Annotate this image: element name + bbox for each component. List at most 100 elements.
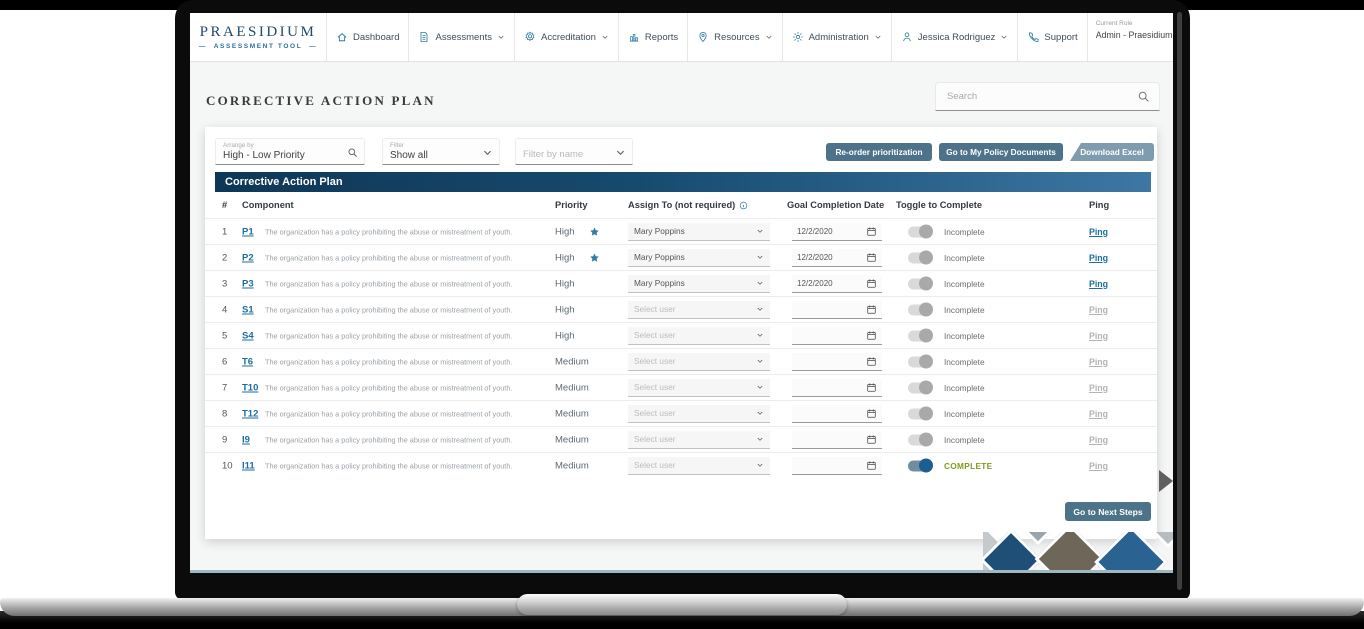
assignee-value: Select user <box>634 408 756 418</box>
nav-item-reports[interactable]: Reports <box>618 13 687 61</box>
component-link[interactable]: I9 <box>242 434 250 445</box>
row-number: 2 <box>222 252 227 263</box>
calendar-icon[interactable] <box>866 382 877 393</box>
complete-toggle[interactable] <box>908 304 932 315</box>
ping-link[interactable]: Ping <box>1089 383 1108 393</box>
date-input[interactable]: 12/2/2020 <box>792 249 882 267</box>
filter-select[interactable]: Filter Show all <box>382 138 500 165</box>
component-link[interactable]: I11 <box>242 460 255 471</box>
status-label: Incomplete <box>944 357 985 367</box>
component-link[interactable]: P1 <box>242 226 254 237</box>
date-input[interactable] <box>792 405 882 423</box>
toggle-knob <box>919 355 933 369</box>
date-input[interactable] <box>792 457 882 475</box>
calendar-icon[interactable] <box>866 460 877 471</box>
calendar-icon[interactable] <box>866 304 877 315</box>
date-input[interactable] <box>792 301 882 319</box>
calendar-icon[interactable] <box>866 434 877 445</box>
filter-by-name-select[interactable]: Filter by name <box>515 138 633 165</box>
status-label: Incomplete <box>944 383 985 393</box>
assignee-select[interactable]: Select user <box>628 431 770 449</box>
corrective-action-plan-card: Arrange by High - Low Priority Filter Sh… <box>205 127 1157 539</box>
assignee-select[interactable]: Select user <box>628 353 770 371</box>
search-icon[interactable] <box>1137 90 1150 103</box>
next-steps-button[interactable]: Go to Next Steps <box>1065 502 1151 521</box>
date-input[interactable] <box>792 379 882 397</box>
status-label: COMPLETE <box>944 461 993 471</box>
policy-documents-button[interactable]: Go to My Policy Documents <box>939 143 1063 161</box>
row-number: 6 <box>222 356 227 367</box>
calendar-icon[interactable] <box>866 252 877 263</box>
ping-link[interactable]: Ping <box>1089 305 1108 315</box>
nav-item-support[interactable]: Support <box>1017 13 1086 61</box>
complete-toggle[interactable] <box>908 408 932 419</box>
nav-item-resources[interactable]: Resources <box>687 13 781 61</box>
chevron-down-icon <box>615 147 626 158</box>
ping-link[interactable]: Ping <box>1089 279 1108 289</box>
toggle-knob <box>919 303 933 317</box>
calendar-icon[interactable] <box>866 356 877 367</box>
assignee-select[interactable]: Mary Poppins <box>628 275 770 293</box>
arrange-by-select[interactable]: Arrange by High - Low Priority <box>215 138 365 165</box>
ping-link[interactable]: Ping <box>1089 357 1108 367</box>
assignee-value: Select user <box>634 330 756 340</box>
nav-item-assessments[interactable]: Assessments <box>408 13 514 61</box>
nav-item-administration[interactable]: Administration <box>782 13 891 61</box>
download-excel-button[interactable]: Download Excel <box>1070 143 1154 161</box>
search-input[interactable] <box>945 90 1137 103</box>
component-link[interactable]: P3 <box>242 278 254 289</box>
calendar-icon[interactable] <box>866 330 877 341</box>
reorder-prioritization-button[interactable]: Re-order prioritization <box>826 143 932 161</box>
row-number: 9 <box>222 434 227 445</box>
complete-toggle[interactable] <box>908 460 932 471</box>
current-role-select[interactable]: Current Role Admin - Praesidium - Youth … <box>1087 13 1173 61</box>
assignee-select[interactable]: Select user <box>628 301 770 319</box>
assignee-select[interactable]: Select user <box>628 379 770 397</box>
complete-toggle[interactable] <box>908 226 932 237</box>
assignee-select[interactable]: Mary Poppins <box>628 223 770 241</box>
date-input[interactable]: 12/2/2020 <box>792 223 882 241</box>
row-number: 7 <box>222 382 227 393</box>
date-input[interactable]: 12/2/2020 <box>792 275 882 293</box>
component-link[interactable]: T6 <box>242 356 253 367</box>
chevron-down-icon <box>601 33 609 41</box>
ping-link[interactable]: Ping <box>1089 435 1108 445</box>
complete-toggle[interactable] <box>908 330 932 341</box>
nav-item-accreditation[interactable]: Accreditation <box>514 13 618 61</box>
complete-toggle[interactable] <box>908 356 932 367</box>
complete-toggle[interactable] <box>908 252 932 263</box>
priority-label: Medium <box>555 382 589 393</box>
date-input[interactable] <box>792 353 882 371</box>
component-link[interactable]: T10 <box>242 382 258 393</box>
component-link[interactable]: T12 <box>242 408 258 419</box>
component-link[interactable]: S1 <box>242 304 254 315</box>
component-link[interactable]: P2 <box>242 252 254 263</box>
component-link[interactable]: S4 <box>242 330 254 341</box>
ping-link[interactable]: Ping <box>1089 409 1108 419</box>
info-icon[interactable] <box>739 201 748 210</box>
assignee-value: Select user <box>634 460 756 470</box>
calendar-icon[interactable] <box>866 226 877 237</box>
assignee-select[interactable]: Select user <box>628 405 770 423</box>
date-input[interactable] <box>792 431 882 449</box>
complete-toggle[interactable] <box>908 434 932 445</box>
ping-link[interactable]: Ping <box>1089 461 1108 471</box>
row-number: 10 <box>222 460 233 471</box>
star-icon <box>589 252 600 263</box>
nav-item-label: Support <box>1044 32 1077 43</box>
nav-item-jessica-rodriguez[interactable]: Jessica Rodriguez <box>891 13 1018 61</box>
complete-toggle[interactable] <box>908 278 932 289</box>
component-description: The organization has a policy prohibitin… <box>265 279 512 288</box>
assignee-select[interactable]: Select user <box>628 457 770 475</box>
calendar-icon[interactable] <box>866 408 877 419</box>
ping-link[interactable]: Ping <box>1089 253 1108 263</box>
ping-link[interactable]: Ping <box>1089 227 1108 237</box>
ping-link[interactable]: Ping <box>1089 331 1108 341</box>
assignee-select[interactable]: Mary Poppins <box>628 249 770 267</box>
date-input[interactable] <box>792 327 882 345</box>
complete-toggle[interactable] <box>908 382 932 393</box>
calendar-icon[interactable] <box>866 278 877 289</box>
component-description: The organization has a policy prohibitin… <box>265 331 512 340</box>
nav-item-dashboard[interactable]: Dashboard <box>326 13 408 61</box>
assignee-select[interactable]: Select user <box>628 327 770 345</box>
